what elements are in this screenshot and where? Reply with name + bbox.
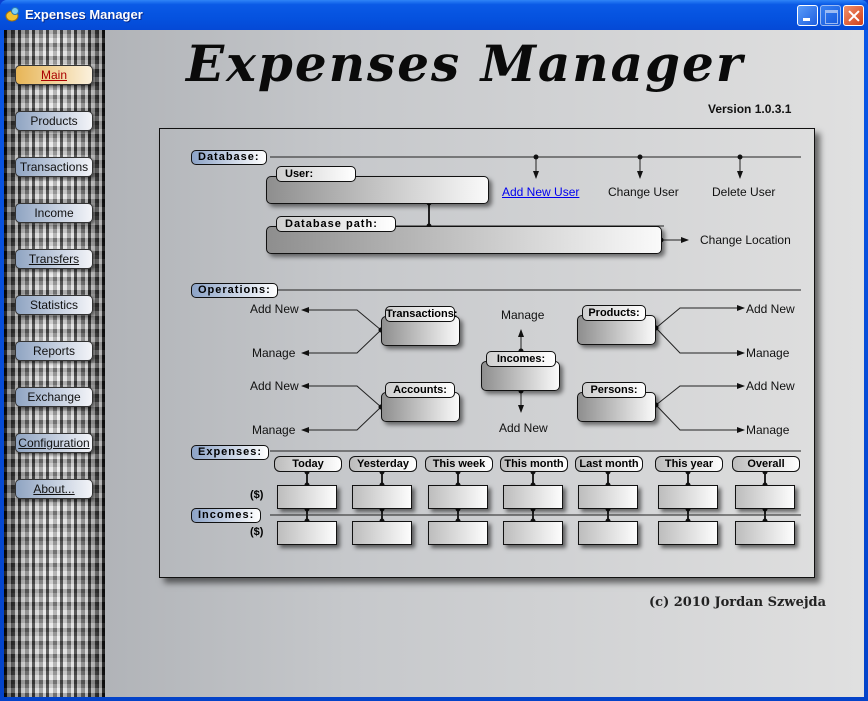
app-icon	[5, 7, 19, 22]
expenses-currency-label: ($)	[250, 489, 264, 501]
persons-manage-link[interactable]: Manage	[746, 423, 789, 437]
sidebar-item-transactions[interactable]: Transactions	[15, 157, 93, 177]
transactions-add-new-link[interactable]: Add New	[250, 302, 299, 316]
change-location-link[interactable]: Change Location	[700, 233, 791, 247]
incomes-value-overall	[735, 521, 795, 545]
incomes-value-last-month	[578, 521, 638, 545]
products-label: Products:	[582, 305, 646, 321]
accounts-manage-link[interactable]: Manage	[252, 423, 295, 437]
period-label-this-week: This week	[425, 456, 493, 472]
app-logo: Expenses Manager	[186, 34, 745, 93]
sidebar-item-about[interactable]: About...	[15, 479, 93, 499]
window-title: Expenses Manager	[25, 7, 143, 22]
operations-section-label: Operations:	[191, 283, 278, 298]
period-label-today: Today	[274, 456, 342, 472]
persons-label: Persons:	[582, 382, 646, 398]
period-label-last-month: Last month	[575, 456, 643, 472]
sidebar: Main Products Transactions Income Transf…	[4, 30, 105, 697]
incomes-manage-link[interactable]: Manage	[501, 308, 544, 322]
transactions-label: Transactions:	[385, 306, 458, 322]
client-area: Main Products Transactions Income Transf…	[4, 30, 864, 697]
database-section-label: Database:	[191, 150, 267, 165]
expenses-value-this-year	[658, 485, 718, 509]
maximize-button[interactable]	[820, 5, 841, 26]
period-label-yesterday: Yesterday	[349, 456, 417, 472]
minimize-button[interactable]	[797, 5, 818, 26]
app-window: Expenses Manager Main Products Transacti…	[0, 0, 868, 701]
expenses-section-label: Expenses:	[191, 445, 270, 460]
close-button[interactable]	[843, 5, 864, 26]
expenses-value-last-month	[578, 485, 638, 509]
incomes-value-this-year	[658, 521, 718, 545]
title-bar[interactable]: Expenses Manager	[0, 0, 868, 30]
sidebar-item-statistics[interactable]: Statistics	[15, 295, 93, 315]
incomes-value-this-week	[428, 521, 488, 545]
incomes-add-new-link[interactable]: Add New	[499, 421, 548, 435]
expenses-value-overall	[735, 485, 795, 509]
sidebar-item-configuration[interactable]: Configuration	[15, 433, 93, 453]
products-add-new-link[interactable]: Add New	[746, 302, 795, 316]
version-label: Version 1.0.3.1	[708, 102, 792, 116]
period-label-overall: Overall	[732, 456, 800, 472]
change-user-link[interactable]: Change User	[608, 185, 679, 199]
persons-add-new-link[interactable]: Add New	[746, 379, 795, 393]
delete-user-link[interactable]: Delete User	[712, 185, 775, 199]
incomes-value-this-month	[503, 521, 563, 545]
transactions-manage-link[interactable]: Manage	[252, 346, 295, 360]
incomes-value-yesterday	[352, 521, 412, 545]
expenses-value-today	[277, 485, 337, 509]
incomes-value-today	[277, 521, 337, 545]
incomes-section-label: Incomes:	[191, 508, 262, 523]
add-new-user-link[interactable]: Add New User	[502, 185, 579, 199]
sidebar-item-main[interactable]: Main	[15, 65, 93, 85]
incomes-currency-label: ($)	[250, 526, 264, 538]
accounts-add-new-link[interactable]: Add New	[250, 379, 299, 393]
products-manage-link[interactable]: Manage	[746, 346, 789, 360]
user-label: User:	[276, 166, 356, 182]
sidebar-item-exchange[interactable]: Exchange	[15, 387, 93, 407]
period-label-this-month: This month	[500, 456, 568, 472]
sidebar-item-transfers[interactable]: Transfers	[15, 249, 93, 269]
expenses-value-this-month	[503, 485, 563, 509]
copyright-text: (c) 2010 Jordan Szwejda	[649, 595, 827, 610]
period-label-this-year: This year	[655, 456, 723, 472]
sidebar-item-products[interactable]: Products	[15, 111, 93, 131]
database-path-label: Database path:	[276, 216, 396, 232]
expenses-value-yesterday	[352, 485, 412, 509]
sidebar-item-reports[interactable]: Reports	[15, 341, 93, 361]
incomes-label: Incomes:	[486, 351, 556, 367]
expenses-value-this-week	[428, 485, 488, 509]
accounts-label: Accounts:	[385, 382, 455, 398]
sidebar-item-income[interactable]: Income	[15, 203, 93, 223]
